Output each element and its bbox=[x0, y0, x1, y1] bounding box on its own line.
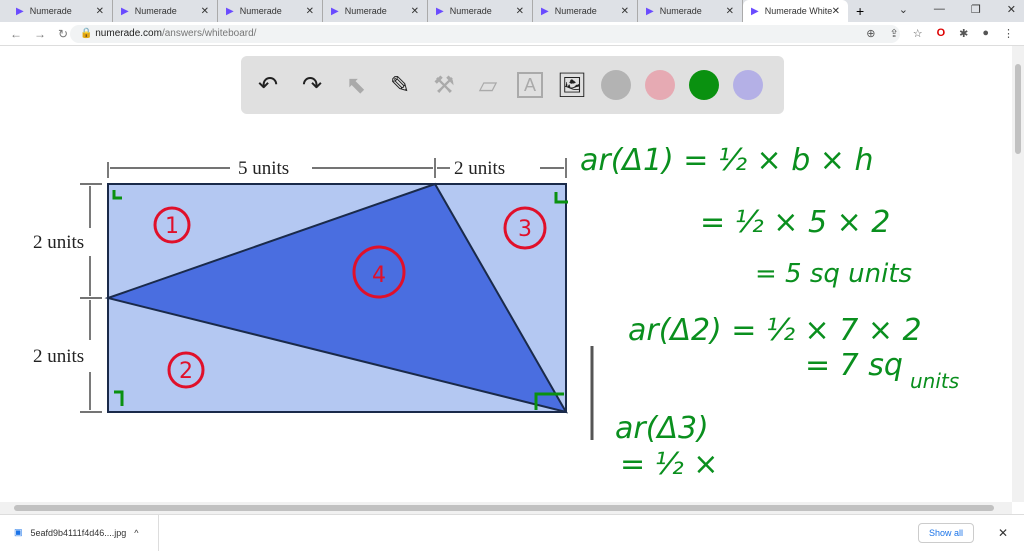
pen-icon[interactable]: ✎ bbox=[385, 70, 415, 100]
tab-title: Numerade bbox=[134, 6, 177, 16]
lock-icon: 🔒 bbox=[80, 28, 96, 39]
note-line: = ½ × bbox=[620, 447, 718, 482]
note-line: ar(Δ1) = ½ × b × h bbox=[580, 143, 874, 178]
browser-tab[interactable]: ▶ Numerade ✕ bbox=[8, 0, 113, 22]
tab-title: Numerade bbox=[659, 6, 702, 16]
color-green-swatch[interactable] bbox=[689, 70, 719, 100]
top-right-width-label: 2 units bbox=[454, 158, 505, 179]
vertical-scrollbar[interactable] bbox=[1012, 46, 1024, 502]
zoom-icon[interactable]: ⊕ bbox=[866, 27, 875, 40]
whiteboard-canvas[interactable]: 5 units 2 units 2 units 2 units 1 2 3 4 … bbox=[0, 46, 1012, 502]
browser-tab[interactable]: ▶ Numerade ✕ bbox=[323, 0, 428, 22]
left-top-height-label: 2 units bbox=[33, 232, 84, 253]
tools-icon[interactable]: ⚒ bbox=[429, 70, 459, 100]
horizontal-scrollbar[interactable] bbox=[0, 502, 1012, 514]
tab-title: Numerade bbox=[344, 6, 387, 16]
back-icon[interactable]: ← bbox=[10, 27, 22, 41]
select-icon[interactable]: ⬉ bbox=[341, 70, 371, 100]
reload-icon[interactable]: ↻ bbox=[58, 27, 68, 41]
close-tab-icon[interactable]: ✕ bbox=[516, 6, 524, 17]
show-all-button[interactable]: Show all bbox=[917, 522, 974, 543]
region-3-label: 3 bbox=[518, 217, 532, 242]
color-pink-swatch[interactable] bbox=[645, 70, 675, 100]
tab-search-icon[interactable]: ⌄ bbox=[899, 3, 908, 16]
tab-strip: ▶ Numerade ✕ ▶ Numerade ✕ ▶ Numerade ✕ ▶ Numerade ✕… bbox=[0, 0, 1024, 22]
numerade-logo-icon: ▶ bbox=[331, 5, 339, 17]
restore-icon[interactable]: ❐ bbox=[971, 3, 981, 16]
note-line: = ½ × 5 × 2 bbox=[700, 205, 890, 240]
close-tab-icon[interactable]: ✕ bbox=[832, 6, 840, 17]
close-tab-icon[interactable]: ✕ bbox=[306, 6, 314, 17]
tab-title: Numerade bbox=[554, 6, 597, 16]
close-window-icon[interactable]: ✕ bbox=[1007, 3, 1016, 16]
note-line: units bbox=[910, 369, 959, 393]
text-icon[interactable]: A bbox=[517, 72, 543, 98]
left-bottom-height-label: 2 units bbox=[33, 346, 84, 367]
avatar[interactable]: ● bbox=[982, 27, 989, 40]
numerade-logo-icon: ▶ bbox=[226, 5, 234, 17]
numerade-logo-icon: ▶ bbox=[436, 5, 444, 17]
star-icon[interactable]: ☆ bbox=[913, 27, 923, 40]
browser-tab[interactable]: ▶ Numerade ✕ bbox=[638, 0, 743, 22]
download-item[interactable]: ▣ 5eafd9b4111f4d46....jpg ^ bbox=[14, 514, 159, 551]
region-1-label: 1 bbox=[165, 214, 179, 239]
close-tab-icon[interactable]: ✕ bbox=[201, 6, 209, 17]
numerade-logo-icon: ▶ bbox=[121, 5, 129, 17]
close-download-bar-icon[interactable]: ✕ bbox=[998, 526, 1008, 540]
numerade-logo-icon: ▶ bbox=[541, 5, 549, 17]
close-tab-icon[interactable]: ✕ bbox=[96, 6, 104, 17]
window-controls: ⌄ — ❐ ✕ bbox=[899, 3, 1016, 16]
note-line: = 5 sq units bbox=[755, 259, 912, 289]
region-2-label: 2 bbox=[179, 359, 193, 384]
close-tab-icon[interactable]: ✕ bbox=[726, 6, 734, 17]
whiteboard-toolbar: ↶ ↷ ⬉ ✎ ⚒ ▱ A 🖼 bbox=[241, 56, 784, 114]
download-bar: ▣ 5eafd9b4111f4d46....jpg ^ Show all ✕ bbox=[0, 514, 1024, 551]
extensions-icon[interactable]: ✱ bbox=[959, 27, 968, 40]
eraser-icon[interactable]: ▱ bbox=[473, 70, 503, 100]
numerade-logo-icon: ▶ bbox=[751, 5, 759, 17]
forward-icon[interactable]: → bbox=[34, 27, 46, 41]
browser-tab[interactable]: ▶ Numerade ✕ bbox=[428, 0, 533, 22]
note-line: ar(Δ3) bbox=[615, 411, 709, 446]
color-gray-swatch[interactable] bbox=[601, 70, 631, 100]
share-icon[interactable]: ⇪ bbox=[889, 27, 898, 40]
close-tab-icon[interactable]: ✕ bbox=[411, 6, 419, 17]
tab-title: Numerade bbox=[29, 6, 72, 16]
menu-icon[interactable]: ⋮ bbox=[1003, 27, 1014, 40]
browser-tab[interactable]: ▶ Numerade ✕ bbox=[218, 0, 323, 22]
close-tab-icon[interactable]: ✕ bbox=[621, 6, 629, 17]
redo-icon[interactable]: ↷ bbox=[297, 70, 327, 100]
undo-icon[interactable]: ↶ bbox=[253, 70, 283, 100]
top-width-label: 5 units bbox=[238, 158, 289, 179]
new-tab-button[interactable]: + bbox=[856, 0, 864, 22]
color-lavender-swatch[interactable] bbox=[733, 70, 763, 100]
minimize-icon[interactable]: — bbox=[934, 3, 945, 16]
region-4-label: 4 bbox=[372, 263, 386, 288]
browser-tab[interactable]: ▶ Numerade White ✕ bbox=[743, 0, 848, 22]
chevron-up-icon[interactable]: ^ bbox=[134, 528, 138, 538]
address-bar-row: ← → ↻ 🔒 numerade.com/answers/whiteboard/ ⊕… bbox=[0, 22, 1024, 46]
note-line: ar(Δ2) = ½ × 7 × 2 bbox=[628, 313, 922, 348]
tab-title: Numerade bbox=[239, 6, 282, 16]
tab-title: Numerade bbox=[449, 6, 492, 16]
opera-icon[interactable]: O bbox=[937, 27, 946, 40]
image-icon[interactable]: 🖼 bbox=[557, 70, 587, 100]
tab-title: Numerade White bbox=[764, 6, 833, 16]
browser-tab[interactable]: ▶ Numerade ✕ bbox=[113, 0, 218, 22]
file-icon: ▣ bbox=[14, 527, 23, 537]
url-input[interactable]: 🔒 numerade.com/answers/whiteboard/ bbox=[70, 24, 900, 43]
numerade-logo-icon: ▶ bbox=[16, 5, 24, 17]
note-line: = 7 sq bbox=[805, 348, 903, 383]
browser-tab[interactable]: ▶ Numerade ✕ bbox=[533, 0, 638, 22]
numerade-logo-icon: ▶ bbox=[646, 5, 654, 17]
